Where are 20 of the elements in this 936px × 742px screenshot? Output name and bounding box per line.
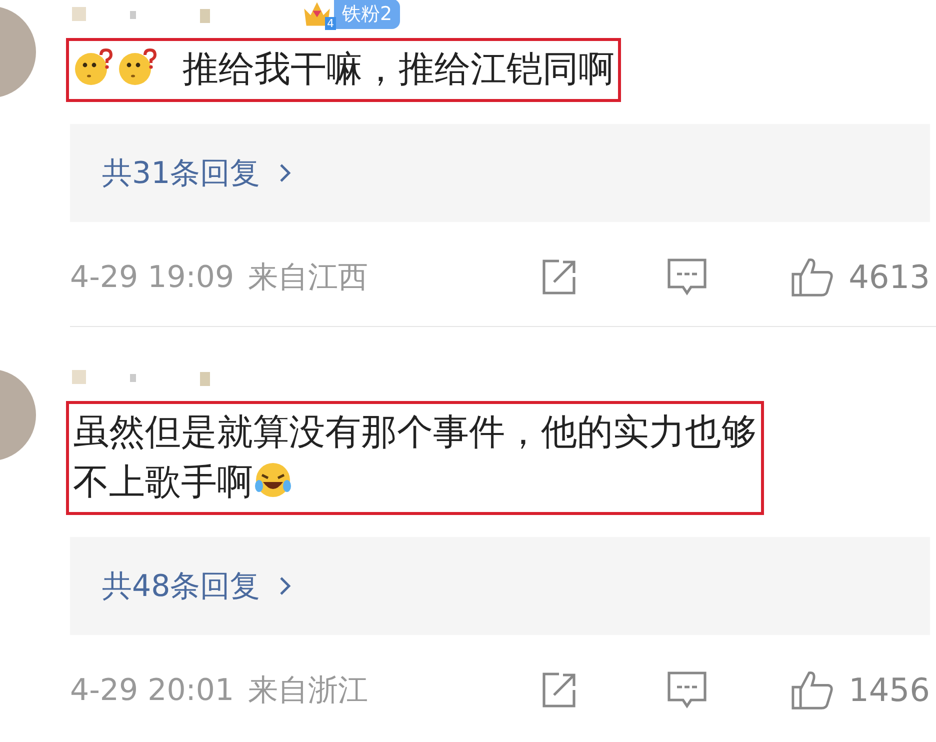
replies-link[interactable]: 共31条回复 <box>70 124 930 222</box>
comment-text-line: 不上歌手啊 <box>73 462 253 503</box>
thumbs-up-icon[interactable] <box>788 670 835 710</box>
thumbs-up-icon[interactable] <box>788 257 835 297</box>
comment-location: 来自浙江 <box>248 672 368 710</box>
comment-text-line: 推给我干嘛，推给江铠同啊 <box>182 49 614 90</box>
laughing-face-icon <box>253 460 293 500</box>
like-count: 1456 <box>848 671 930 709</box>
comment-icon[interactable] <box>664 257 709 297</box>
comment-icon[interactable] <box>664 670 709 710</box>
puzzled-face-icon <box>73 47 113 87</box>
comment-location: 来自江西 <box>248 258 368 296</box>
comment-time: 4-29 20:01 <box>70 672 234 708</box>
puzzled-face-icon <box>117 47 157 87</box>
comment-time: 4-29 19:09 <box>70 260 234 294</box>
comment-text-line: 虽然但是就算没有那个事件，他的实力也够 <box>73 412 757 453</box>
fan-badge: 铁粉2 <box>334 0 400 29</box>
like-count: 4613 <box>848 258 930 296</box>
replies-link[interactable]: 共48条回复 <box>70 537 930 635</box>
crown-level: 4 <box>325 17 336 30</box>
